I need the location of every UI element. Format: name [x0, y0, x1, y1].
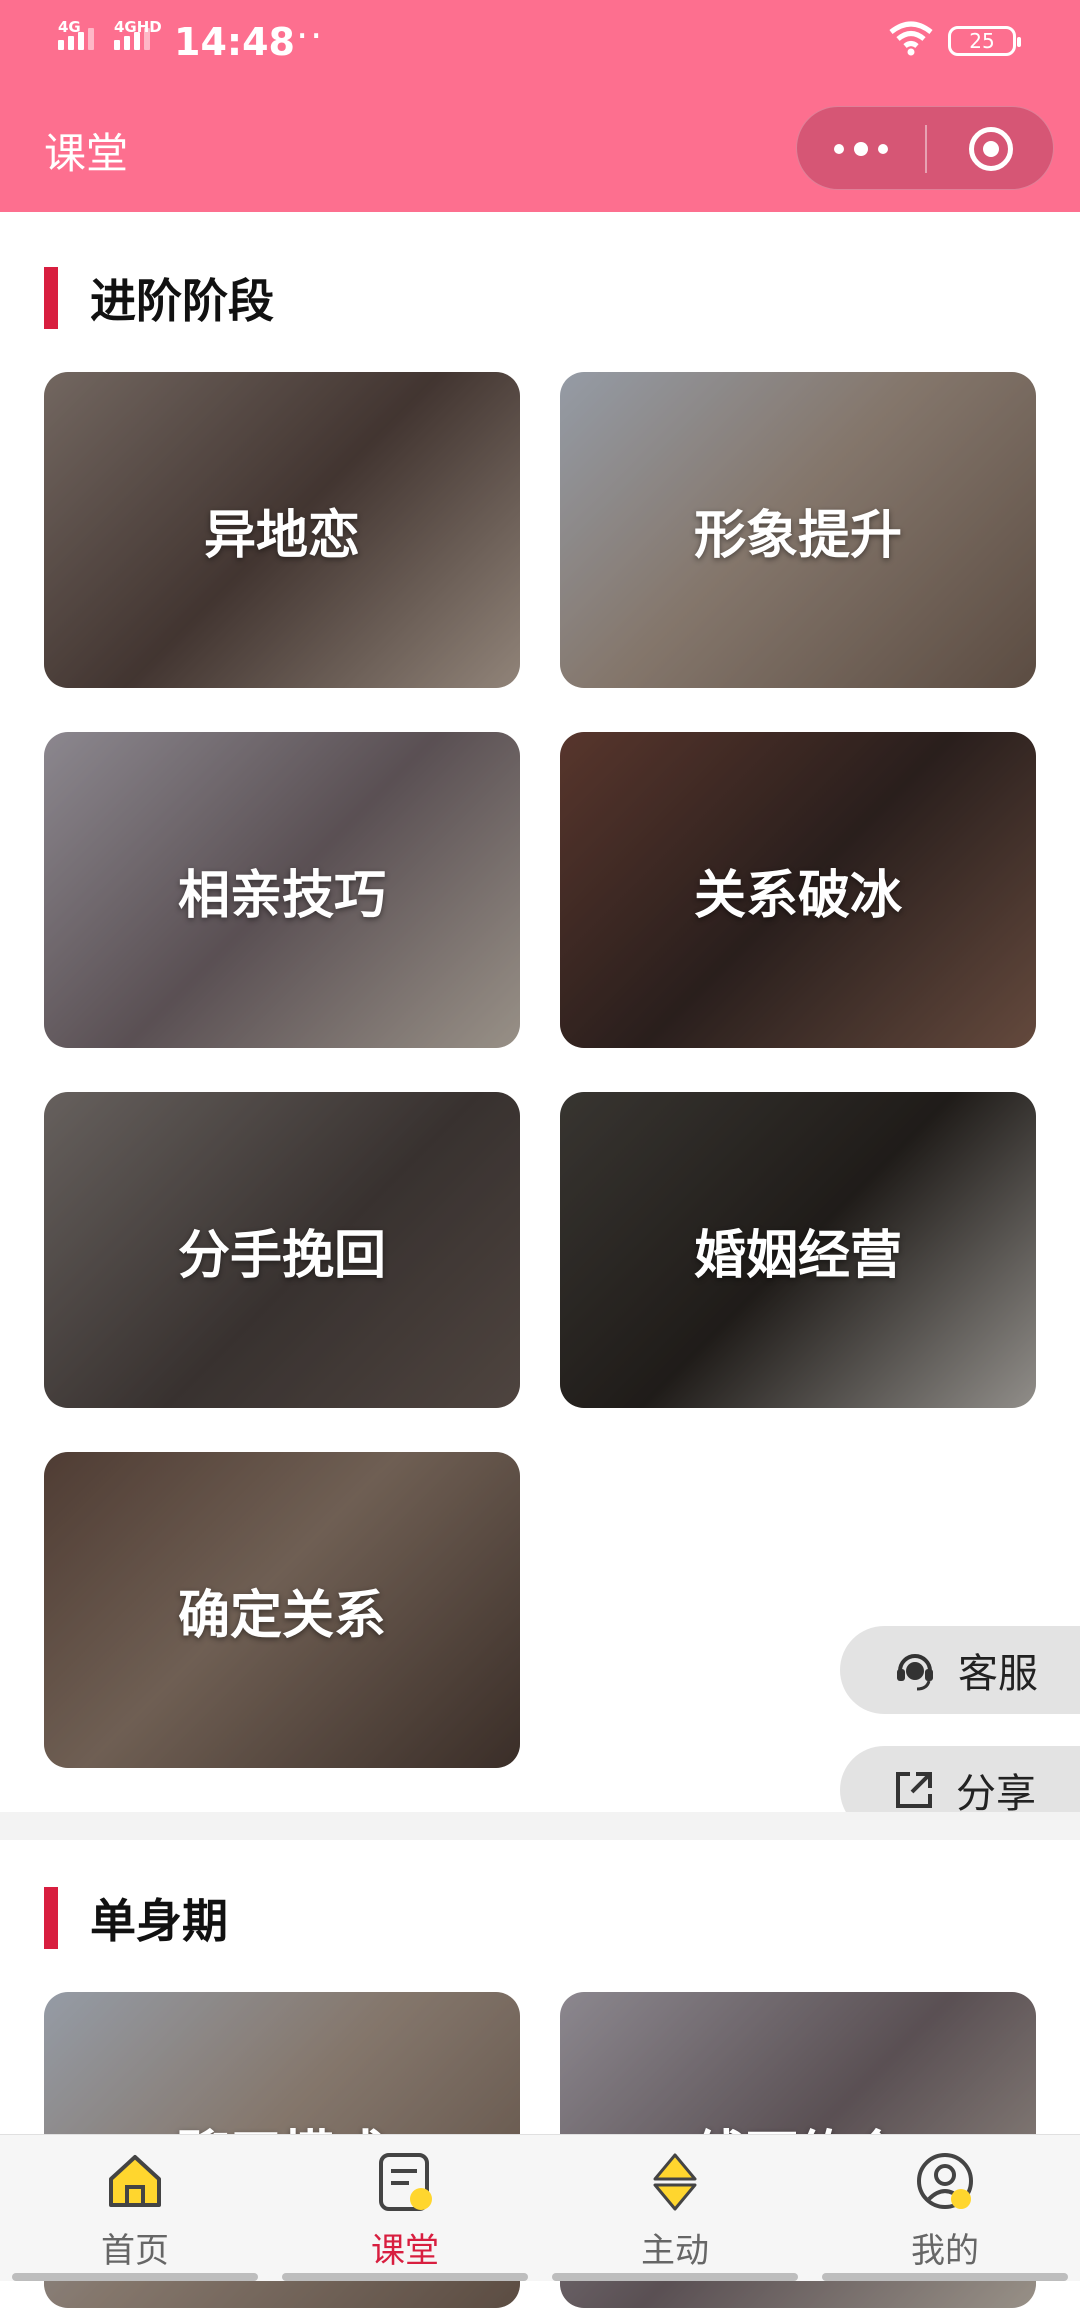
card-label: 相亲技巧 — [177, 865, 386, 926]
course-card-breakup-recovery[interactable]: 分手挽回 — [44, 1092, 520, 1408]
card-label: 异地恋 — [203, 505, 360, 566]
share-icon — [892, 1768, 936, 1812]
card-label: 关系破冰 — [693, 865, 902, 926]
tab-profile[interactable]: 我的 — [810, 2135, 1080, 2281]
active-icon — [643, 2149, 707, 2213]
section-title-text: 进阶阶段 — [90, 274, 274, 328]
bottom-tab-bar: 首页 课堂 主动 我的 — [0, 2134, 1080, 2281]
customer-service-label: 客服 — [958, 1651, 1038, 1697]
section-title-advanced: 进阶阶段 — [44, 266, 274, 330]
home-icon — [103, 2149, 167, 2213]
status-time: 14:48 — [174, 20, 295, 64]
customer-service-button[interactable]: 客服 — [840, 1626, 1080, 1714]
mini-program-capsule — [796, 106, 1054, 190]
course-card-ice-breaking[interactable]: 关系破冰 — [560, 732, 1036, 1048]
card-label: 确定关系 — [177, 1585, 386, 1646]
tab-classroom[interactable]: 课堂 — [270, 2135, 540, 2281]
section-accent-bar — [44, 267, 58, 329]
classroom-icon — [373, 2149, 437, 2213]
course-card-marriage[interactable]: 婚姻经营 — [560, 1092, 1036, 1408]
signal-sim2-icon: 4GHD — [114, 18, 162, 50]
sim2-label: 4GHD — [114, 18, 162, 36]
wifi-icon — [888, 20, 934, 60]
tab-label: 我的 — [911, 2231, 979, 2271]
section-title-text: 单身期 — [90, 1894, 228, 1948]
share-label: 分享 — [956, 1771, 1036, 1817]
sim1-label: 4G — [58, 18, 81, 36]
tab-label: 主动 — [641, 2231, 709, 2271]
course-card-blind-date[interactable]: 相亲技巧 — [44, 732, 520, 1048]
tab-home[interactable]: 首页 — [0, 2135, 270, 2281]
signal-sim1-icon: 4G — [58, 18, 98, 50]
target-icon[interactable] — [969, 127, 1013, 171]
profile-icon — [913, 2149, 977, 2213]
section-title-single: 单身期 — [44, 1886, 228, 1950]
battery-indicator: 25 — [948, 26, 1021, 56]
card-label: 分手挽回 — [177, 1225, 386, 1286]
tab-label: 课堂 — [371, 2231, 439, 2271]
section-accent-bar — [44, 1887, 58, 1949]
card-label: 婚姻经营 — [693, 1225, 902, 1286]
headset-icon — [892, 1647, 938, 1693]
course-card-long-distance[interactable]: 异地恋 — [44, 372, 520, 688]
section-divider — [0, 1812, 1080, 1840]
capsule-divider — [925, 125, 927, 173]
more-dots-icon[interactable] — [797, 107, 925, 191]
header-bar: 4G 4GHD 14:48 ··· 25 课堂 — [0, 0, 1080, 212]
page-title: 课堂 — [44, 129, 129, 178]
tab-active[interactable]: 主动 — [540, 2135, 810, 2281]
tab-label: 首页 — [101, 2231, 169, 2271]
card-label: 形象提升 — [693, 505, 902, 566]
course-card-define-relationship[interactable]: 确定关系 — [44, 1452, 520, 1768]
course-card-image-upgrade[interactable]: 形象提升 — [560, 372, 1036, 688]
status-more: ··· — [282, 14, 325, 58]
